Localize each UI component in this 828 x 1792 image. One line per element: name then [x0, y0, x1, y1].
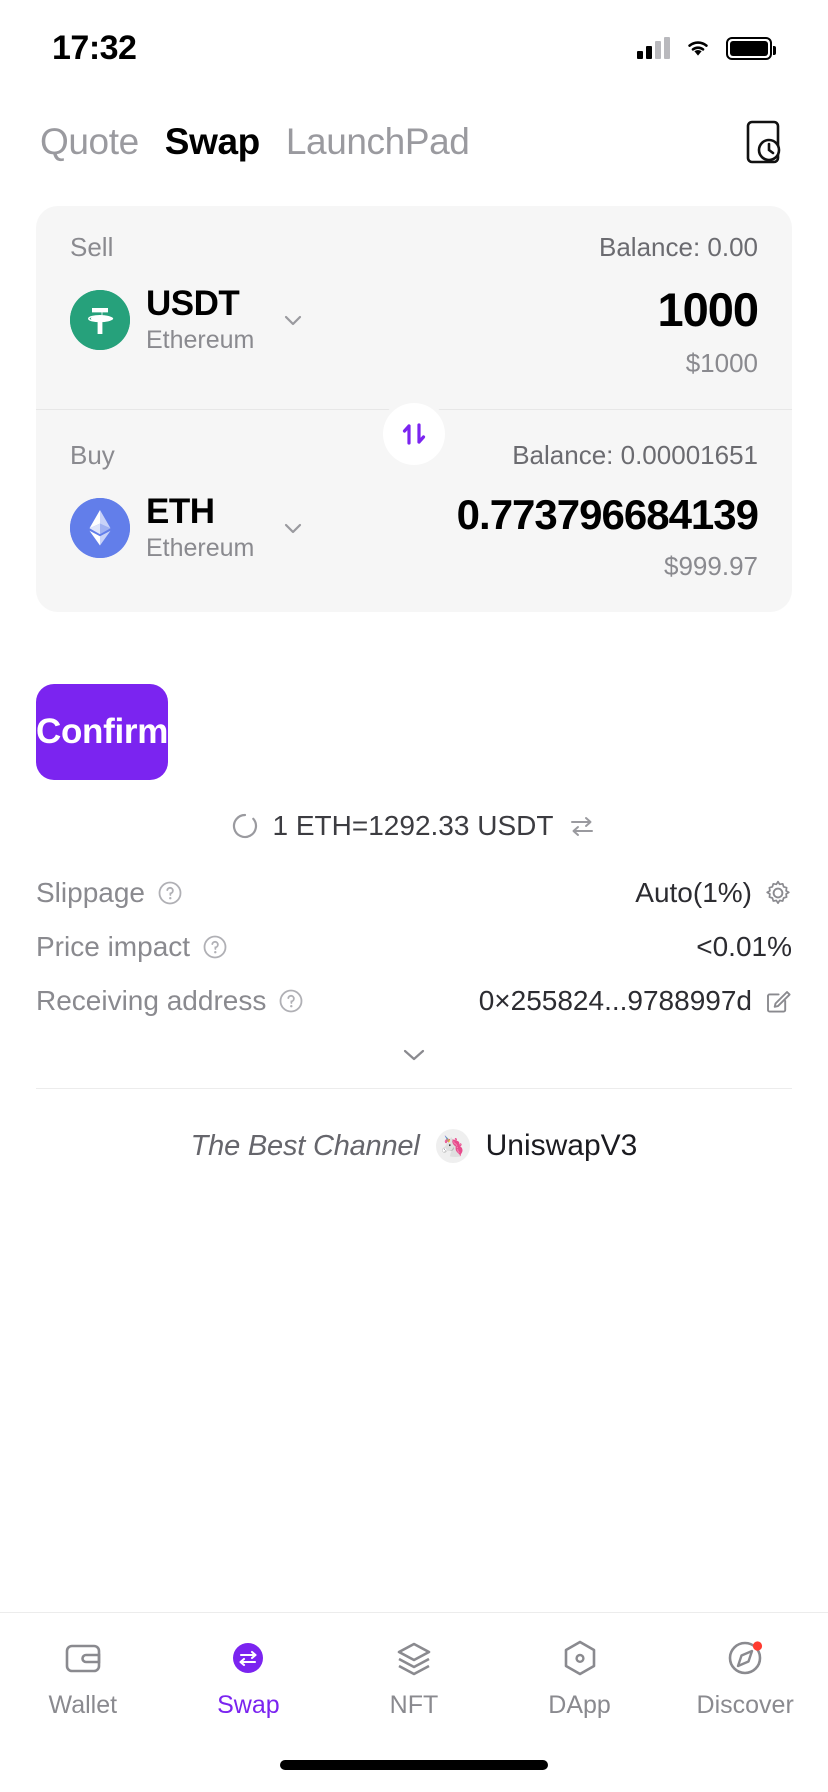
nav-item-dapp[interactable]: DApp	[497, 1635, 663, 1720]
edit-pencil-icon[interactable]	[764, 987, 792, 1015]
best-channel-row: The Best Channel 🦄 UniswapV3	[36, 1129, 792, 1164]
slippage-value: Auto(1%)	[635, 877, 752, 909]
loading-spinner-icon	[232, 814, 257, 839]
receiving-address-label-group: Receiving address	[36, 985, 304, 1017]
confirm-button[interactable]: Confirm	[36, 684, 168, 781]
details-list: Slippage Auto(1%) Price impact <0.01% Re…	[36, 866, 792, 1164]
nav-label-wallet: Wallet	[48, 1691, 118, 1719]
sell-fiat-value: $1000	[685, 348, 758, 379]
tab-quote[interactable]: Quote	[40, 121, 139, 163]
tab-list: Quote Swap LaunchPad	[40, 121, 742, 163]
exchange-rate-row: 1 ETH=1292.33 USDT	[0, 810, 828, 842]
tab-launchpad[interactable]: LaunchPad	[286, 121, 470, 163]
cellular-signal-icon	[637, 37, 670, 59]
price-impact-value-group: <0.01%	[696, 931, 792, 963]
question-mark-circle-icon[interactable]	[202, 934, 228, 960]
price-impact-label-group: Price impact	[36, 931, 228, 963]
sell-token-text: USDT Ethereum	[146, 285, 254, 355]
sell-token-chain: Ethereum	[146, 325, 255, 354]
best-channel-name: UniswapV3	[485, 1129, 638, 1163]
nav-label-nft: NFT	[389, 1691, 439, 1719]
section-divider	[36, 1088, 792, 1090]
sell-pane: Sell Balance: 0.00 USDT Ethereum 1000 $1…	[36, 206, 792, 409]
nft-layers-icon	[397, 1642, 431, 1676]
status-bar: 17:32	[0, 0, 828, 96]
wifi-icon	[688, 41, 708, 56]
sell-label: Sell	[70, 232, 114, 262]
status-time: 17:32	[52, 28, 137, 67]
nav-item-swap[interactable]: Swap	[166, 1635, 332, 1720]
buy-label: Buy	[70, 440, 115, 471]
nav-label-dapp: DApp	[548, 1691, 611, 1719]
top-navigation: Quote Swap LaunchPad	[0, 96, 828, 188]
expand-details-button[interactable]	[36, 1028, 792, 1082]
buy-token-symbol: ETH	[146, 492, 215, 532]
price-impact-label: Price impact	[36, 931, 191, 963]
tab-swap[interactable]: Swap	[165, 121, 260, 163]
gear-icon[interactable]	[764, 879, 792, 907]
detail-row-slippage: Slippage Auto(1%)	[36, 866, 792, 920]
sell-amount-input[interactable]: 1000	[316, 285, 758, 334]
receiving-address-label: Receiving address	[36, 985, 267, 1017]
receiving-address-value: 0×255824...9788997d	[478, 985, 752, 1017]
slippage-label-group: Slippage	[36, 877, 183, 909]
swap-card: Sell Balance: 0.00 USDT Ethereum 1000 $1…	[36, 206, 792, 613]
status-indicators	[637, 36, 776, 60]
dapp-cube-icon	[564, 1640, 595, 1676]
swap-direction-button[interactable]	[383, 403, 445, 465]
nav-label-discover: Discover	[696, 1691, 794, 1719]
sell-token-symbol: USDT	[146, 284, 240, 323]
home-indicator	[280, 1760, 548, 1770]
swap-vertical-arrows-icon	[402, 423, 426, 445]
sell-header: Sell Balance: 0.00	[70, 232, 758, 263]
question-mark-circle-icon[interactable]	[278, 988, 304, 1014]
compass-icon	[728, 1641, 763, 1675]
buy-fiat-value: $999.97	[664, 551, 758, 582]
chevron-down-icon[interactable]	[280, 515, 306, 541]
slippage-value-group: Auto(1%)	[635, 877, 792, 909]
nav-item-nft[interactable]: NFT	[331, 1635, 497, 1720]
sell-body: USDT Ethereum 1000 $1000	[70, 285, 758, 379]
slippage-label: Slippage	[36, 877, 145, 909]
receiving-address-value-group: 0×255824...9788997d	[479, 985, 792, 1017]
nav-label-swap: Swap	[217, 1691, 280, 1719]
buy-token-text: ETH Ethereum	[146, 493, 254, 563]
buy-token-selector[interactable]: ETH Ethereum	[70, 493, 306, 563]
ethereum-icon	[70, 498, 130, 559]
nav-item-discover[interactable]: Discover	[662, 1635, 828, 1720]
sell-balance: Balance: 0.00	[598, 232, 758, 262]
exchange-rate-text: 1 ETH=1292.33 USDT	[272, 810, 554, 842]
sell-token-selector[interactable]: USDT Ethereum	[70, 285, 306, 355]
battery-full-icon	[726, 36, 776, 60]
buy-body: ETH Ethereum 0.773796684139 $999.97	[70, 493, 758, 582]
wallet-icon	[65, 1644, 101, 1673]
chevron-down-icon	[403, 1050, 425, 1061]
swap-icon	[233, 1643, 264, 1673]
history-clock-icon[interactable]	[742, 119, 784, 165]
tether-icon	[70, 289, 130, 350]
best-channel-label: The Best Channel	[190, 1129, 420, 1162]
buy-amount-input[interactable]: 0.773796684139	[316, 493, 758, 537]
swap-horizontal-arrows-icon[interactable]	[567, 813, 597, 839]
unicorn-icon: 🦄	[435, 1129, 470, 1164]
buy-token-chain: Ethereum	[146, 534, 255, 563]
sell-amount-wrap: 1000 $1000	[306, 285, 758, 379]
detail-row-receiving-address: Receiving address 0×255824...9788997d	[36, 974, 792, 1028]
chevron-down-icon[interactable]	[280, 307, 306, 333]
question-mark-circle-icon[interactable]	[157, 880, 183, 906]
price-impact-value: <0.01%	[696, 931, 792, 963]
buy-amount-wrap: 0.773796684139 $999.97	[306, 493, 758, 582]
buy-balance: Balance: 0.00001651	[512, 440, 758, 471]
nav-item-wallet[interactable]: Wallet	[0, 1635, 166, 1720]
detail-row-price-impact: Price impact <0.01%	[36, 920, 792, 974]
